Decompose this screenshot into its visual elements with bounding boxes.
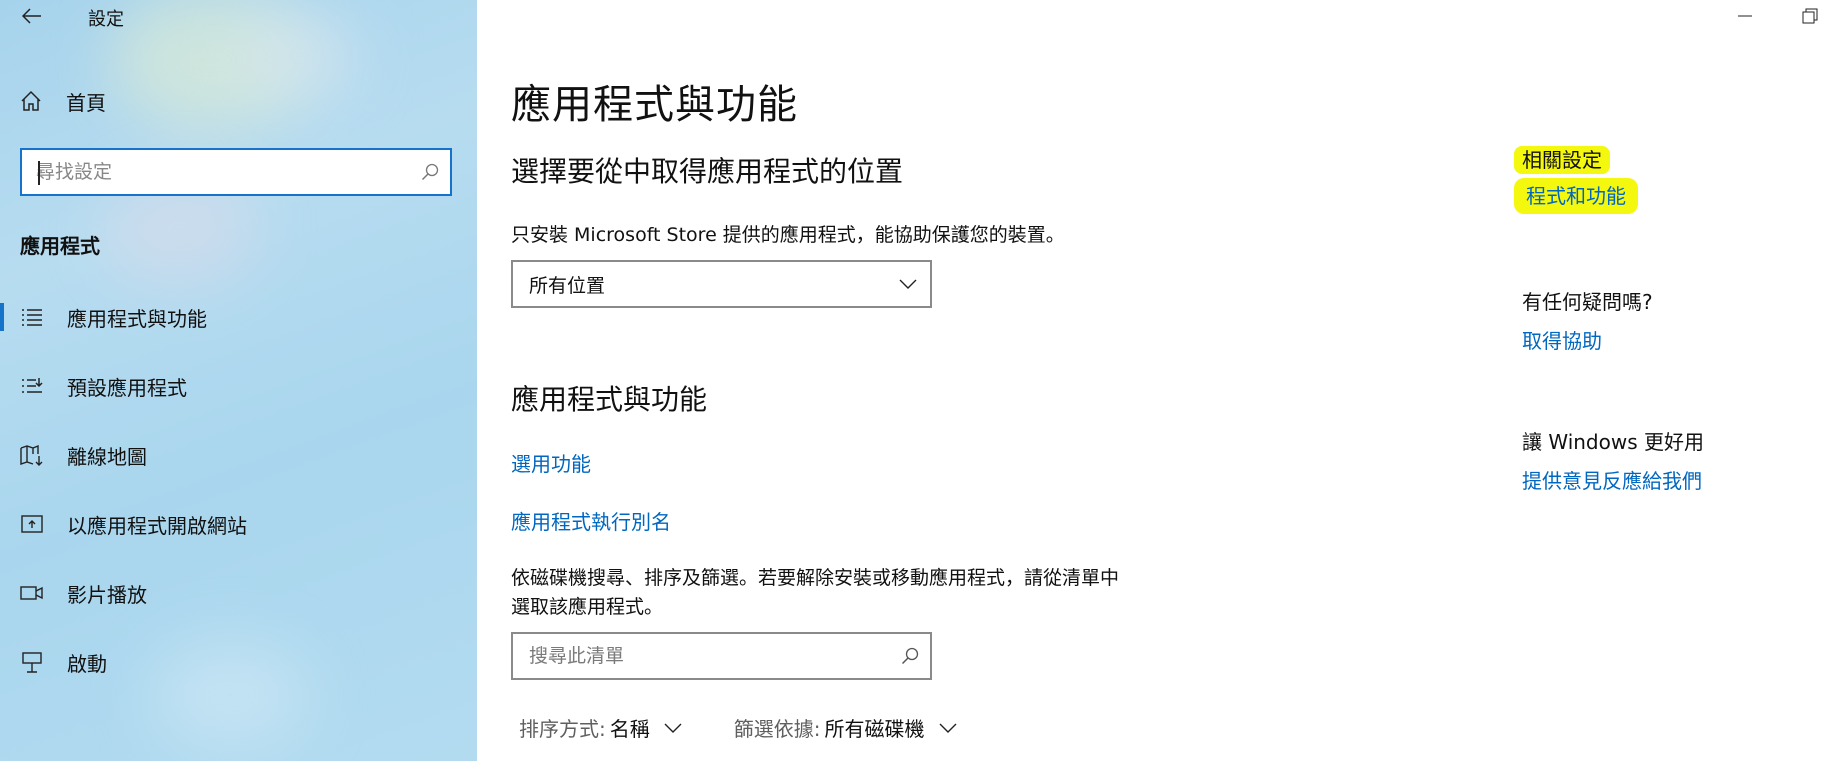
sidebar: 設定 首頁 應用程式 應用程式與功能 xyxy=(0,0,477,761)
install-source-dropdown[interactable]: 所有位置 xyxy=(511,260,932,308)
sidebar-section-heading: 應用程式 xyxy=(20,234,100,258)
app-execution-alias-link[interactable]: 應用程式執行別名 xyxy=(511,506,671,535)
window-title: 設定 xyxy=(88,9,124,30)
sidebar-item-default-apps[interactable]: 預設應用程式 xyxy=(0,364,477,408)
search-icon[interactable] xyxy=(410,150,450,194)
search-icon[interactable] xyxy=(890,634,930,678)
give-feedback-link[interactable]: 提供意見反應給我們 xyxy=(1522,465,1702,494)
app-list-search-box[interactable] xyxy=(511,632,932,680)
sidebar-item-label: 啟動 xyxy=(67,651,107,676)
sort-by-value: 名稱 xyxy=(609,717,650,741)
sort-by-label: 排序方式: xyxy=(519,717,606,741)
related-settings-heading: 相關設定 xyxy=(1514,144,1610,174)
sidebar-backdrop-blur xyxy=(240,10,360,100)
install-source-description: 只安裝 Microsoft Store 提供的應用程式，能協助保護您的裝置。 xyxy=(511,224,1065,246)
sidebar-item-label: 應用程式與功能 xyxy=(67,306,207,331)
minimize-button[interactable] xyxy=(1735,8,1755,24)
improve-windows-heading: 讓 Windows 更好用 xyxy=(1522,430,1704,454)
sidebar-item-offline-maps[interactable]: 離線地圖 xyxy=(0,433,477,477)
open-website-icon xyxy=(20,512,44,536)
sidebar-item-label: 影片播放 xyxy=(67,582,147,607)
sidebar-item-video-playback[interactable]: 影片播放 xyxy=(0,571,477,615)
minimize-icon xyxy=(1738,15,1752,17)
restore-icon xyxy=(1802,8,1818,24)
description-line: 選取該應用程式。 xyxy=(511,596,664,618)
restore-button[interactable] xyxy=(1800,6,1820,26)
programs-and-features-link[interactable]: 程式和功能 xyxy=(1514,178,1638,214)
chevron-down-icon xyxy=(939,723,957,733)
filter-by-dropdown[interactable]: 篩選依據: 所有磁碟機 xyxy=(734,713,957,742)
settings-search-input[interactable] xyxy=(22,150,410,194)
highlight-mark: 相關設定 xyxy=(1514,146,1610,174)
home-icon xyxy=(21,90,41,111)
dropdown-selected-value: 所有位置 xyxy=(529,274,606,297)
default-list-icon xyxy=(20,374,44,398)
selection-indicator xyxy=(0,303,4,331)
get-help-link[interactable]: 取得協助 xyxy=(1522,325,1602,354)
sort-by-dropdown[interactable]: 排序方式: 名稱 xyxy=(519,713,682,742)
questions-heading: 有任何疑問嗎? xyxy=(1522,290,1653,314)
install-source-heading: 選擇要從中取得應用程式的位置 xyxy=(511,155,904,188)
sidebar-item-open-websites[interactable]: 以應用程式開啟網站 xyxy=(0,502,477,546)
chevron-down-icon xyxy=(886,262,930,306)
sidebar-item-home[interactable]: 首頁 xyxy=(20,86,106,116)
sidebar-item-startup[interactable]: 啟動 xyxy=(0,640,477,684)
highlight-mark: 程式和功能 xyxy=(1514,178,1638,214)
sidebar-item-label: 離線地圖 xyxy=(67,444,147,469)
app-list-search-input[interactable] xyxy=(513,634,890,678)
arrow-left-icon xyxy=(22,8,41,24)
back-button[interactable] xyxy=(20,4,44,28)
apps-features-heading: 應用程式與功能 xyxy=(511,383,708,416)
chevron-down-icon xyxy=(664,723,682,733)
description-line: 依磁碟機搜尋、排序及篩選。若要解除安裝或移動應用程式，請從清單中 xyxy=(511,567,1120,589)
sidebar-item-label: 預設應用程式 xyxy=(67,375,187,400)
startup-icon xyxy=(20,650,44,674)
apps-search-description: 依磁碟機搜尋、排序及篩選。若要解除安裝或移動應用程式，請從清單中 選取該應用程式… xyxy=(511,564,1211,622)
text-caret xyxy=(38,161,40,185)
sidebar-item-label: 首頁 xyxy=(66,90,106,115)
sort-filter-row: 排序方式: 名稱 篩選依據: 所有磁碟機 xyxy=(519,713,957,742)
sidebar-item-apps-features[interactable]: 應用程式與功能 xyxy=(0,295,477,339)
video-icon xyxy=(20,581,44,605)
list-icon xyxy=(20,305,44,329)
settings-search-box[interactable] xyxy=(20,148,452,196)
optional-features-link[interactable]: 選用功能 xyxy=(511,448,591,477)
offline-map-icon xyxy=(20,443,44,467)
filter-by-value: 所有磁碟機 xyxy=(824,717,925,741)
page-title: 應用程式與功能 xyxy=(511,82,798,128)
sidebar-item-label: 以應用程式開啟網站 xyxy=(67,513,247,538)
filter-by-label: 篩選依據: xyxy=(733,717,821,741)
